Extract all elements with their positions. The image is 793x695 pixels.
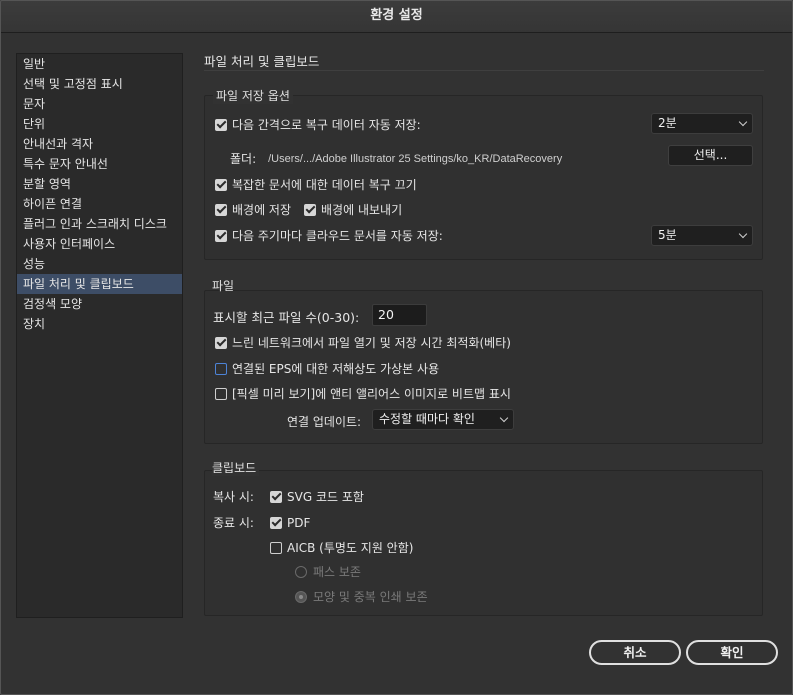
cloud-interval-select[interactable]: 5분 <box>651 225 753 246</box>
pdf-checkbox[interactable] <box>270 516 282 529</box>
update-links-value: 수정할 때마다 확인 <box>379 412 475 426</box>
linked-eps-row: 연결된 EPS에 대한 저해상도 가상본 사용 <box>215 360 439 377</box>
linked-eps-checkbox[interactable] <box>215 362 227 375</box>
update-links-row: 연결 업데이트: <box>287 413 361 430</box>
bg-save-label: 배경에 저장 <box>232 203 292 217</box>
cloud-autosave-checkbox[interactable] <box>215 229 227 242</box>
cloud-autosave-label: 다음 주기마다 클라우드 문서를 자동 저장: <box>232 229 443 243</box>
pixel-preview-label: [픽셀 미리 보기]에 앤티 앨리어스 이미지로 비트맵 표시 <box>232 387 511 401</box>
title-divider <box>204 70 764 71</box>
aicb-checkbox[interactable] <box>270 541 282 554</box>
slow-network-row: 느린 네트워크에서 파일 열기 및 저장 시간 최적화(베타) <box>215 334 511 351</box>
pixel-preview-checkbox[interactable] <box>215 387 227 400</box>
chevron-down-icon <box>738 117 748 127</box>
sidebar-item-general[interactable]: 일반 <box>17 54 182 74</box>
choose-folder-button[interactable]: 선택... <box>668 145 753 166</box>
preserve-paths-label: 패스 보존 <box>313 565 361 579</box>
recent-files-input[interactable]: 20 <box>372 304 427 326</box>
linked-eps-label: 연결된 EPS에 대한 저해상도 가상본 사용 <box>232 362 440 376</box>
file-save-options-label: 파일 저장 옵션 <box>213 87 293 104</box>
preserve-paths-radio[interactable] <box>295 565 307 578</box>
quit-row: 종료 시: PDF <box>213 514 310 531</box>
slow-network-label: 느린 네트워크에서 파일 열기 및 저장 시간 최적화(베타) <box>232 336 511 350</box>
svg-code-label: SVG 코드 포함 <box>287 490 364 504</box>
preserve-appearance-label: 모양 및 중복 인쇄 보존 <box>313 590 428 604</box>
recent-files-label: 표시할 최근 파일 수(0-30): <box>213 310 360 325</box>
autosave-checkbox[interactable] <box>215 118 227 131</box>
sidebar-item-smart-guides[interactable]: 특수 문자 안내선 <box>17 154 182 174</box>
cloud-interval-value: 5분 <box>658 228 677 242</box>
preferences-sidebar: 일반 선택 및 고정점 표시 문자 단위 안내선과 격자 특수 문자 안내선 분… <box>16 53 183 618</box>
preserve-paths-row: 패스 보존 <box>295 563 361 580</box>
sidebar-item-units[interactable]: 단위 <box>17 114 182 134</box>
sidebar-item-type[interactable]: 문자 <box>17 94 182 114</box>
recent-files-row: 표시할 최근 파일 수(0-30): <box>213 307 359 326</box>
preserve-appearance-radio[interactable] <box>295 590 307 603</box>
pixel-preview-row: [픽셀 미리 보기]에 앤티 앨리어스 이미지로 비트맵 표시 <box>215 385 511 402</box>
ok-button[interactable]: 확인 <box>686 640 778 665</box>
bg-export-checkbox[interactable] <box>304 203 317 216</box>
slow-network-checkbox[interactable] <box>215 336 227 349</box>
bg-export-label: 배경에 내보내기 <box>321 203 403 217</box>
files-group-label: 파일 <box>212 279 235 293</box>
sidebar-item-devices[interactable]: 장치 <box>17 314 182 334</box>
clipboard-group-label: 클립보드 <box>212 459 260 476</box>
chevron-down-icon <box>738 229 748 239</box>
folder-label: 폴더: <box>230 152 257 166</box>
sidebar-item-slices[interactable]: 분할 영역 <box>17 174 182 194</box>
copy-row: 복사 시: SVG 코드 포함 <box>213 488 364 505</box>
sidebar-item-plugins-scratch[interactable]: 플러그 인과 스크래치 디스크 <box>17 214 182 234</box>
window-title: 환경 설정 <box>0 0 793 33</box>
autosave-interval-value: 2분 <box>658 116 677 130</box>
sidebar-item-selection-anchor[interactable]: 선택 및 고정점 표시 <box>17 74 182 94</box>
complex-docs-label: 복잡한 문서에 대한 데이터 복구 끄기 <box>232 178 417 192</box>
sidebar-item-hyphenation[interactable]: 하이픈 연결 <box>17 194 182 214</box>
folder-path: /Users/.../Adobe Illustrator 25 Settings… <box>268 152 563 165</box>
complex-docs-row: 복잡한 문서에 대한 데이터 복구 끄기 <box>215 176 417 193</box>
aicb-label: AICB (투명도 지원 안함) <box>287 541 414 555</box>
pdf-label: PDF <box>287 515 311 530</box>
aicb-row: AICB (투명도 지원 안함) <box>270 539 413 556</box>
autosave-row: 다음 간격으로 복구 데이터 자동 저장: <box>215 116 421 133</box>
sidebar-item-black-appearance[interactable]: 검정색 모양 <box>17 294 182 314</box>
copy-label: 복사 시: <box>213 490 254 504</box>
autosave-label: 다음 간격으로 복구 데이터 자동 저장: <box>232 118 421 132</box>
page-title: 파일 처리 및 클립보드 <box>204 54 320 69</box>
chevron-down-icon <box>499 413 509 423</box>
cancel-button[interactable]: 취소 <box>589 640 681 665</box>
background-row: 배경에 저장 배경에 내보내기 <box>215 201 402 218</box>
complex-docs-checkbox[interactable] <box>215 178 227 191</box>
sidebar-item-guides-grid[interactable]: 안내선과 격자 <box>17 134 182 154</box>
autosave-interval-select[interactable]: 2분 <box>651 113 753 134</box>
sidebar-item-file-handling[interactable]: 파일 처리 및 클립보드 <box>17 274 182 294</box>
update-links-select[interactable]: 수정할 때마다 확인 <box>372 409 514 430</box>
svg-code-checkbox[interactable] <box>270 490 282 503</box>
update-links-label: 연결 업데이트: <box>287 415 362 429</box>
cloud-autosave-row: 다음 주기마다 클라우드 문서를 자동 저장: <box>215 227 443 244</box>
sidebar-item-user-interface[interactable]: 사용자 인터페이스 <box>17 234 182 254</box>
quit-label: 종료 시: <box>213 516 254 530</box>
preserve-appearance-row: 모양 및 중복 인쇄 보존 <box>295 588 428 605</box>
sidebar-item-performance[interactable]: 성능 <box>17 254 182 274</box>
bg-save-checkbox[interactable] <box>215 203 227 216</box>
folder-row: 폴더: /Users/.../Adobe Illustrator 25 Sett… <box>230 150 562 167</box>
